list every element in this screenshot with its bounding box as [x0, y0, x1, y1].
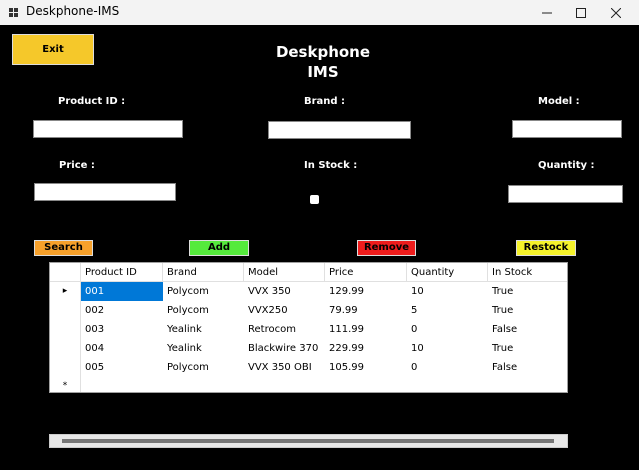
exit-button[interactable]: Exit: [12, 34, 94, 65]
column-header-price[interactable]: Price: [325, 263, 407, 282]
row-header[interactable]: ▸: [50, 282, 81, 301]
in-stock-label: In Stock :: [304, 160, 358, 171]
table-cell[interactable]: 0: [407, 320, 488, 339]
remove-button[interactable]: Remove: [357, 240, 416, 256]
column-header-product-id[interactable]: Product ID: [81, 263, 163, 282]
table-cell[interactable]: 129.99: [325, 282, 407, 301]
maximize-icon: [576, 7, 586, 18]
restock-button[interactable]: Restock: [516, 240, 576, 256]
table-cell[interactable]: Yealink: [163, 339, 244, 358]
table-cell[interactable]: Blackwire 370: [244, 339, 325, 358]
table-cell[interactable]: False: [488, 358, 567, 377]
table-cell[interactable]: Polycom: [163, 282, 244, 301]
inventory-table[interactable]: Product ID Brand Model Price Quantity In…: [49, 262, 568, 393]
close-icon: [610, 7, 622, 18]
table-cell[interactable]: 10: [407, 282, 488, 301]
table-cell[interactable]: 003: [81, 320, 163, 339]
table-cell[interactable]: 111.99: [325, 320, 407, 339]
row-header[interactable]: [50, 301, 81, 320]
table-cell[interactable]: 229.99: [325, 339, 407, 358]
table-cell[interactable]: 005: [81, 358, 163, 377]
row-header[interactable]: [50, 339, 81, 358]
table-cell[interactable]: 5: [407, 301, 488, 320]
new-row[interactable]: *: [50, 377, 567, 392]
table-row[interactable]: 003 Yealink Retrocom 111.99 0 False: [50, 320, 567, 339]
table-cell[interactable]: Polycom: [163, 301, 244, 320]
table-cell[interactable]: VVX 350: [244, 282, 325, 301]
table-cell[interactable]: Yealink: [163, 320, 244, 339]
window-title: Deskphone-IMS: [26, 4, 120, 18]
model-field[interactable]: [512, 120, 622, 138]
row-header[interactable]: [50, 358, 81, 377]
quantity-label: Quantity :: [538, 160, 595, 171]
app-window: Deskphone-IMS Exit Deskphone IMS Product…: [0, 0, 639, 470]
add-button[interactable]: Add: [189, 240, 249, 256]
table-cell[interactable]: Polycom: [163, 358, 244, 377]
table-cell[interactable]: 004: [81, 339, 163, 358]
table-cell[interactable]: 79.99: [325, 301, 407, 320]
column-header-brand[interactable]: Brand: [163, 263, 244, 282]
table-cell[interactable]: False: [488, 320, 567, 339]
close-button[interactable]: [593, 0, 639, 25]
table-cell[interactable]: Retrocom: [244, 320, 325, 339]
table-cell[interactable]: True: [488, 339, 567, 358]
horizontal-scrollbar[interactable]: [49, 434, 568, 448]
quantity-field[interactable]: [508, 185, 623, 203]
product-id-field[interactable]: [33, 120, 183, 138]
price-field[interactable]: [34, 183, 176, 201]
in-stock-checkbox[interactable]: [310, 195, 319, 204]
price-label: Price :: [59, 160, 95, 171]
table-cell[interactable]: VVX 350 OBI: [244, 358, 325, 377]
table-cell[interactable]: 105.99: [325, 358, 407, 377]
minimize-icon: [542, 12, 552, 13]
table-row[interactable]: 002 Polycom VVX250 79.99 5 True: [50, 301, 567, 320]
product-id-label: Product ID :: [58, 96, 126, 107]
table-cell[interactable]: 001: [81, 282, 163, 301]
title-line-2: IMS: [307, 63, 339, 81]
table-cell[interactable]: VVX250: [244, 301, 325, 320]
search-button[interactable]: Search: [34, 240, 93, 256]
model-label: Model :: [538, 96, 580, 107]
brand-field[interactable]: [268, 121, 411, 139]
app-icon: [9, 8, 18, 17]
column-header-in-stock[interactable]: In Stock: [488, 263, 567, 282]
table-row[interactable]: 004 Yealink Blackwire 370 229.99 10 True: [50, 339, 567, 358]
table-cell[interactable]: 002: [81, 301, 163, 320]
table-cell[interactable]: 0: [407, 358, 488, 377]
table-cell[interactable]: True: [488, 282, 567, 301]
column-header-model[interactable]: Model: [244, 263, 325, 282]
table-row[interactable]: ▸ 001 Polycom VVX 350 129.99 10 True: [50, 282, 567, 301]
table-row[interactable]: 005 Polycom VVX 350 OBI 105.99 0 False: [50, 358, 567, 377]
new-row-marker: *: [50, 377, 81, 392]
brand-label: Brand :: [304, 96, 346, 107]
row-header[interactable]: [50, 320, 81, 339]
title-bar: Deskphone-IMS: [0, 0, 639, 25]
page-title: Deskphone IMS: [270, 42, 376, 82]
table-cell[interactable]: True: [488, 301, 567, 320]
header-corner: [50, 263, 81, 282]
table-cell[interactable]: 10: [407, 339, 488, 358]
scrollbar-thumb[interactable]: [62, 439, 554, 443]
title-line-1: Deskphone: [275, 43, 371, 61]
table-header-row: Product ID Brand Model Price Quantity In…: [50, 263, 567, 282]
column-header-quantity[interactable]: Quantity: [407, 263, 488, 282]
